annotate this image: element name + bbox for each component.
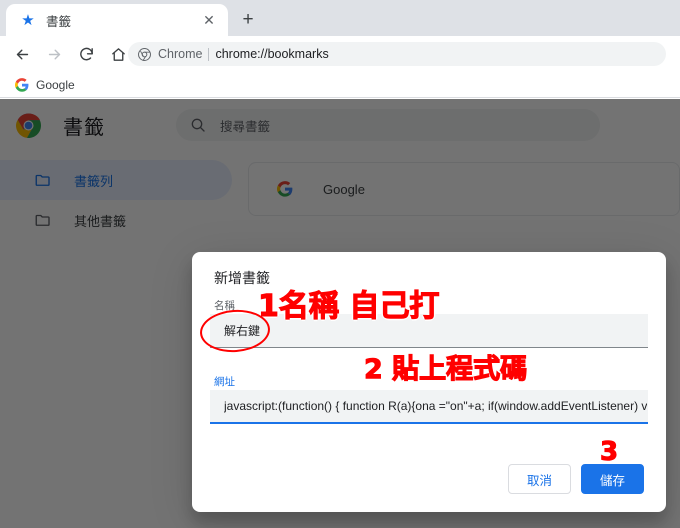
save-button[interactable]: 儲存 bbox=[580, 464, 644, 494]
bookmarks-bar: Google bbox=[0, 72, 680, 98]
tab-bookmarks[interactable]: ★ 書籤 ✕ bbox=[6, 4, 228, 36]
omnibox-chip: Chrome bbox=[158, 47, 203, 61]
close-icon[interactable]: ✕ bbox=[202, 13, 216, 27]
url-field-value: javascript:(function() { function R(a){o… bbox=[224, 399, 648, 413]
url-field[interactable]: javascript:(function() { function R(a){o… bbox=[210, 390, 648, 424]
arrow-forward-icon[interactable] bbox=[40, 40, 68, 68]
annotation-step-1: 1名稱 自己打 bbox=[257, 288, 440, 324]
url-field-label: 網址 bbox=[214, 376, 235, 388]
reload-icon[interactable] bbox=[72, 40, 100, 68]
tab-strip: ★ 書籤 ✕ + bbox=[0, 0, 680, 36]
bookmark-label: Google bbox=[36, 77, 75, 92]
omnibox-url: chrome://bookmarks bbox=[215, 47, 329, 61]
omnibox-divider bbox=[208, 47, 210, 61]
tab-title: 書籤 bbox=[46, 14, 72, 29]
annotation-step-3: 3 bbox=[599, 436, 619, 467]
cancel-button[interactable]: 取消 bbox=[507, 464, 571, 494]
chrome-icon bbox=[138, 47, 151, 61]
dialog-actions: 取消 儲存 bbox=[507, 464, 644, 494]
annotation-step-2: 2 貼上程式碼 bbox=[363, 353, 528, 385]
new-tab-button[interactable]: + bbox=[236, 8, 260, 32]
browser-window: ★ 書籤 ✕ + Chrome chrome://bookmarks Googl… bbox=[0, 0, 680, 528]
bookmark-google[interactable]: Google bbox=[10, 75, 80, 95]
arrow-back-icon[interactable] bbox=[8, 40, 36, 68]
star-icon: ★ bbox=[21, 11, 35, 29]
google-icon bbox=[15, 77, 29, 92]
address-bar[interactable]: Chrome chrome://bookmarks bbox=[128, 42, 666, 66]
